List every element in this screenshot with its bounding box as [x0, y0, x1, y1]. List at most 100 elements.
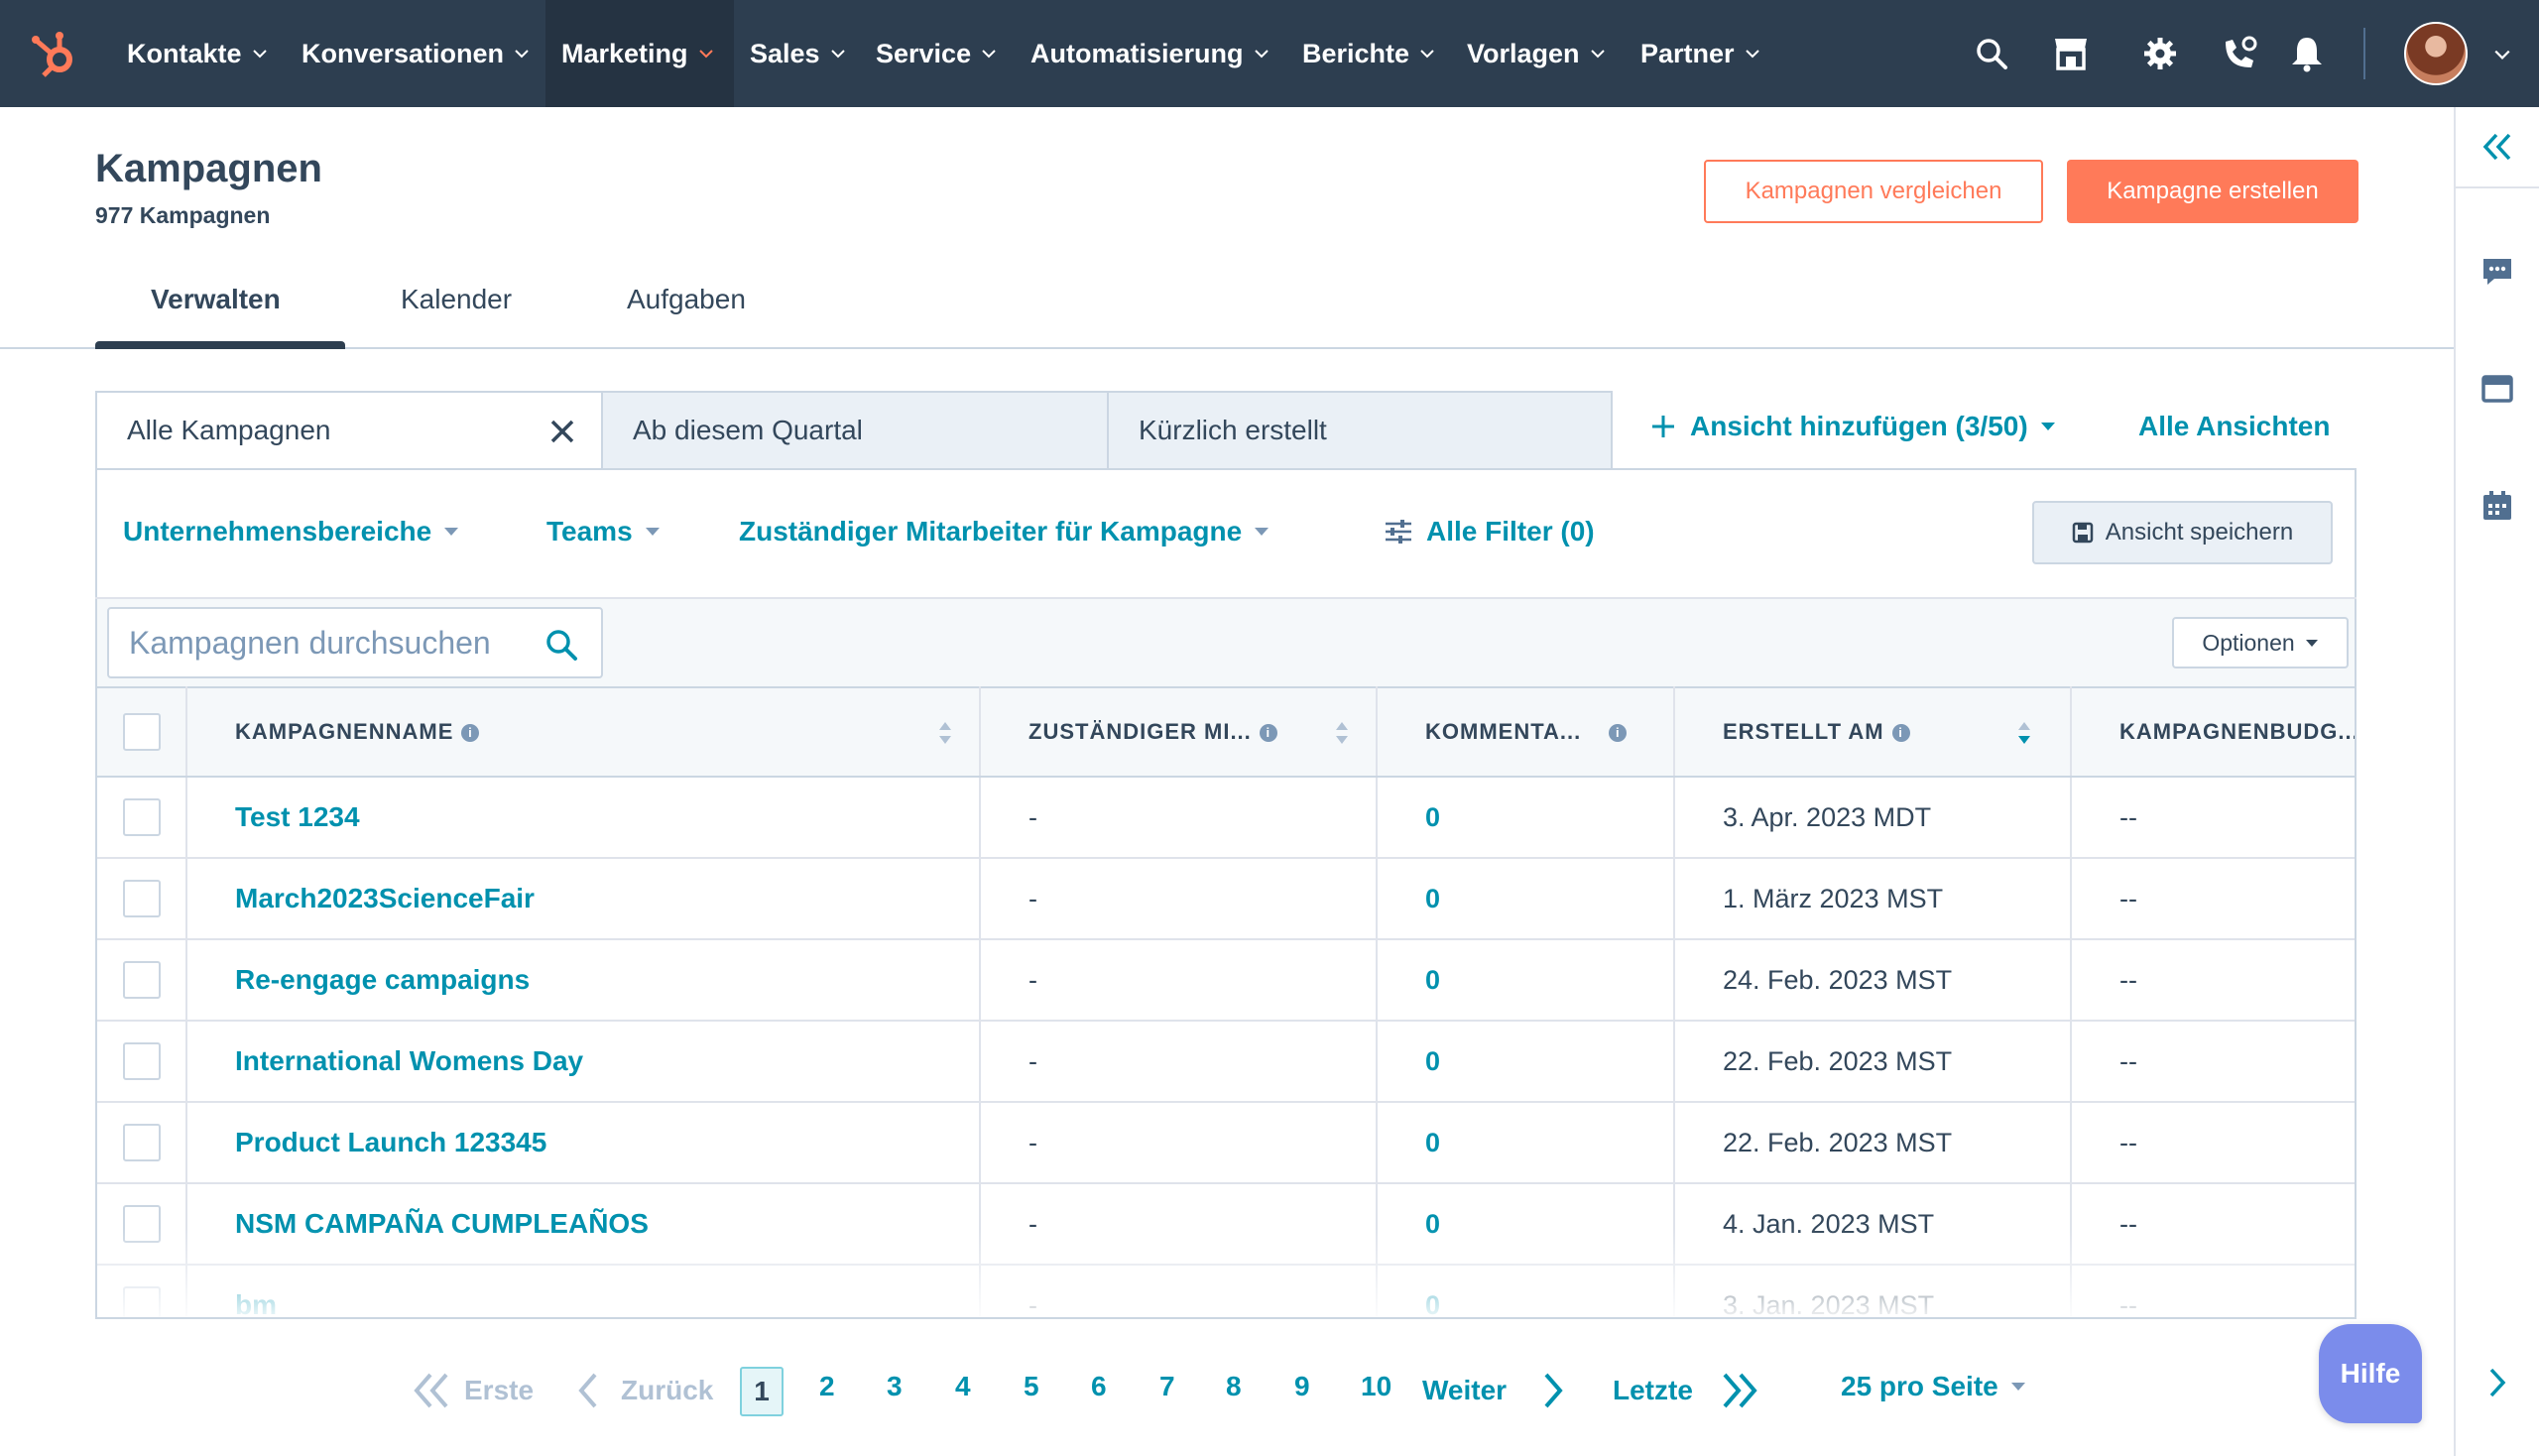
budget-cell: -- [2071, 1021, 2355, 1103]
comments-cell[interactable]: 0 [1377, 858, 1675, 940]
search-input[interactable] [129, 621, 526, 665]
campaign-name-link[interactable]: International Womens Day [235, 1045, 583, 1076]
select-all-checkbox[interactable] [122, 713, 161, 751]
collapse-sidebar-button[interactable] [2456, 107, 2539, 188]
pagination-last[interactable]: Letzte [1613, 1371, 1760, 1410]
pagination-page[interactable]: 10 [1361, 1371, 1391, 1402]
options-button[interactable]: Optionen [2172, 617, 2349, 668]
sort-icon[interactable] [937, 718, 953, 748]
campaign-name-link[interactable]: bm [235, 1289, 277, 1317]
per-page-select[interactable]: 25 pro Seite [1841, 1371, 2026, 1402]
chat-icon[interactable] [2478, 252, 2517, 292]
pagination-previous[interactable]: Zurück [575, 1371, 713, 1410]
pagination-label: Letzte [1613, 1375, 1693, 1405]
chevron-down-icon[interactable] [2493, 46, 2511, 63]
user-avatar[interactable] [2404, 22, 2468, 85]
close-icon[interactable] [547, 417, 577, 446]
tab-kalender[interactable]: Kalender [401, 284, 512, 315]
nav-item-sales[interactable]: Sales [750, 0, 846, 107]
campaign-name-link[interactable]: Test 1234 [235, 801, 360, 832]
row-checkbox[interactable] [122, 1124, 161, 1161]
nav-item-automatisierung[interactable]: Automatisierung [1030, 0, 1270, 107]
nav-item-vorlagen[interactable]: Vorlagen [1467, 0, 1606, 107]
campaign-name-cell: NSM CAMPAÑA CUMPLEAÑOS [186, 1183, 981, 1266]
nav-item-partner[interactable]: Partner [1640, 0, 1760, 107]
row-checkbox[interactable] [122, 798, 161, 836]
row-select-cell [97, 1102, 187, 1184]
row-checkbox[interactable] [122, 1042, 161, 1080]
campaign-name-link[interactable]: Re-engage campaigns [235, 964, 530, 995]
view-tab-this-quarter[interactable]: Ab diesem Quartal [601, 391, 1109, 470]
browser-window-icon[interactable] [2478, 369, 2517, 409]
pagination-page[interactable]: 8 [1226, 1371, 1242, 1402]
pagination-page[interactable]: 7 [1159, 1371, 1175, 1402]
column-header-owner[interactable]: ZUSTÄNDIGER MI... i [980, 686, 1378, 778]
row-checkbox[interactable] [122, 1286, 161, 1317]
all-filters-button[interactable]: Alle Filter (0) [1385, 516, 1595, 547]
info-icon[interactable]: i [1891, 724, 1910, 743]
info-icon[interactable]: i [1609, 724, 1628, 743]
compare-campaigns-button[interactable]: Kampagnen vergleichen [1704, 160, 2043, 223]
pagination-first[interactable]: Erste [411, 1371, 534, 1410]
calling-icon[interactable] [2220, 34, 2259, 73]
pagination-page[interactable]: 6 [1091, 1371, 1107, 1402]
campaign-name-link[interactable]: Product Launch 123345 [235, 1127, 546, 1157]
teams-filter[interactable]: Teams [546, 516, 661, 547]
comments-cell[interactable]: 0 [1377, 1021, 1675, 1103]
campaign-name-link[interactable]: NSM CAMPAÑA CUMPLEAÑOS [235, 1208, 649, 1239]
info-icon[interactable]: i [1259, 724, 1277, 743]
nav-item-kontakte[interactable]: Kontakte [127, 0, 268, 107]
campaign-name-cell: Re-engage campaigns [186, 939, 981, 1022]
pagination-page[interactable]: 9 [1294, 1371, 1310, 1402]
calendar-icon[interactable] [2478, 486, 2517, 526]
pagination-next[interactable]: Weiter [1422, 1371, 1566, 1410]
row-checkbox[interactable] [122, 880, 161, 917]
settings-icon[interactable] [2140, 34, 2180, 73]
comments-cell[interactable]: 0 [1377, 939, 1675, 1022]
pagination-page[interactable]: 4 [955, 1371, 971, 1402]
nav-item-marketing[interactable]: Marketing [545, 0, 734, 107]
comments-cell[interactable]: 0 [1377, 1265, 1675, 1317]
add-view-button[interactable]: Ansicht hinzufügen (3/50) [1650, 411, 2056, 442]
info-icon[interactable]: i [461, 724, 480, 743]
pagination-current-page[interactable]: 1 [740, 1367, 784, 1416]
search-icon[interactable] [1972, 34, 2011, 73]
owner-filter[interactable]: Zuständiger Mitarbeiter für Kampagne [739, 516, 1270, 547]
pagination-page[interactable]: 5 [1024, 1371, 1039, 1402]
chevron-down-icon [252, 50, 267, 59]
pagination-page[interactable]: 2 [819, 1371, 835, 1402]
sort-icon[interactable] [1334, 718, 1350, 748]
pagination-page[interactable]: 3 [887, 1371, 903, 1402]
row-checkbox[interactable] [122, 961, 161, 999]
view-tab-recently-created[interactable]: Kürzlich erstellt [1107, 391, 1613, 470]
business-units-filter[interactable]: Unternehmensbereiche [123, 516, 459, 547]
row-checkbox[interactable] [122, 1205, 161, 1243]
sort-descending-icon[interactable] [2016, 718, 2032, 748]
nav-item-konversationen[interactable]: Konversationen [302, 0, 530, 107]
nav-item-berichte[interactable]: Berichte [1302, 0, 1435, 107]
column-header-created[interactable]: ERSTELLT AM i [1674, 686, 2072, 778]
campaign-name-link[interactable]: March2023ScienceFair [235, 883, 535, 913]
campaign-search-field[interactable] [107, 607, 603, 678]
chevron-right-icon[interactable] [2478, 1363, 2517, 1402]
help-button[interactable]: Hilfe [2319, 1324, 2422, 1423]
hubspot-logo-icon[interactable] [28, 26, 83, 81]
save-view-button[interactable]: Ansicht speichern [2032, 501, 2333, 564]
active-tab-indicator [95, 341, 345, 349]
campaign-table: KAMPAGNENNAME i ZUSTÄNDIGER MI... i KOMMEN… [97, 686, 2355, 1317]
tab-aufgaben[interactable]: Aufgaben [627, 284, 746, 315]
comments-cell[interactable]: 0 [1377, 1102, 1675, 1184]
view-tab-all-campaigns[interactable]: Alle Kampagnen [95, 391, 603, 470]
tab-verwalten[interactable]: Verwalten [151, 284, 281, 315]
comments-cell[interactable]: 0 [1377, 777, 1675, 859]
notifications-icon[interactable] [2287, 34, 2327, 73]
nav-item-service[interactable]: Service [876, 0, 997, 107]
column-header-comments[interactable]: KOMMENTA... i [1377, 686, 1675, 778]
comments-cell[interactable]: 0 [1377, 1183, 1675, 1266]
column-header-budget[interactable]: KAMPAGNENBUDG... [2071, 686, 2355, 778]
marketplace-icon[interactable] [2051, 34, 2091, 73]
all-views-link[interactable]: Alle Ansichten [2138, 411, 2330, 442]
search-icon[interactable] [544, 627, 579, 663]
create-campaign-button[interactable]: Kampagne erstellen [2067, 160, 2358, 223]
column-header-campaign-name[interactable]: KAMPAGNENNAME i [186, 686, 981, 778]
